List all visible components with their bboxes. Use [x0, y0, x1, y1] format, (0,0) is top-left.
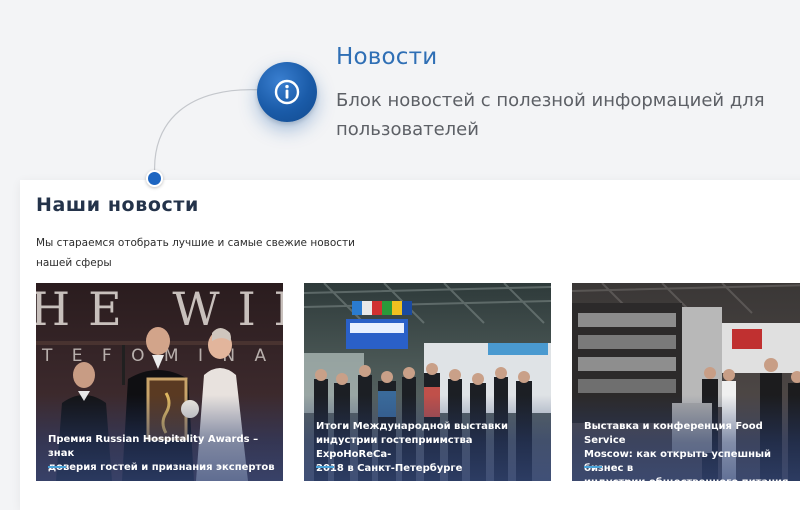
news-card-foodservice[interactable]: Выставка и конференция Food Service Mosc…: [572, 283, 800, 481]
news-heading: Наши новости: [36, 194, 199, 216]
news-card-awards[interactable]: HE WINN T E F O M I N A Премия Russian H…: [36, 283, 283, 481]
callout-description: Блок новостей с полезной информацией для…: [336, 90, 765, 140]
news-card-expohoreca[interactable]: Итоги Международной выставки индустрии г…: [304, 283, 551, 481]
callout-title: Новости: [336, 44, 438, 70]
news-card-caption: Итоги Международной выставки индустрии г…: [316, 421, 509, 474]
caption-underline: [584, 466, 602, 468]
news-card-caption: Премия Russian Hospitality Awards – знак…: [48, 434, 275, 473]
caption-underline: [316, 466, 334, 468]
news-card-caption: Выставка и конференция Food Service Mosc…: [584, 421, 788, 481]
info-badge: [257, 62, 317, 122]
news-subtitle: Мы стараемся отобрать лучшие и самые све…: [36, 237, 355, 269]
connector-dot: [146, 170, 163, 187]
info-icon: [274, 79, 300, 105]
caption-underline: [48, 466, 66, 468]
